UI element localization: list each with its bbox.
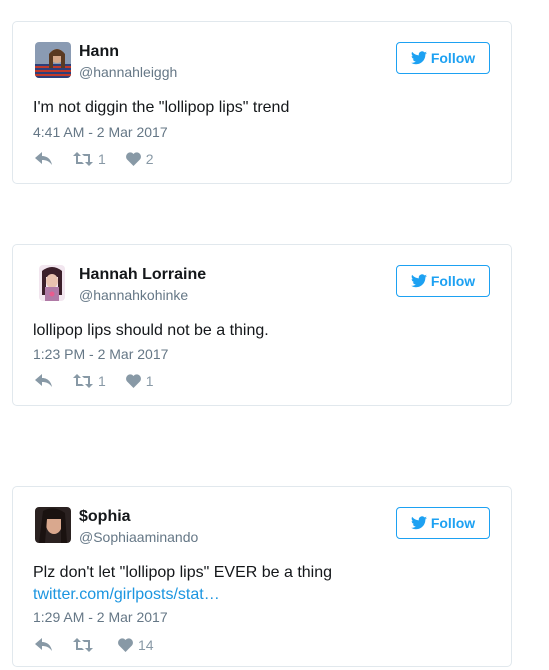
retweet-count: 1 <box>98 151 106 167</box>
reply-button[interactable] <box>35 374 53 388</box>
like-button[interactable]: 14 <box>118 637 154 653</box>
tweet-card[interactable]: Hann @hannahleiggh Follow I'm not diggin… <box>12 21 512 184</box>
reply-button[interactable] <box>35 152 53 166</box>
reply-icon <box>35 638 52 651</box>
follow-button[interactable]: Follow <box>396 265 490 297</box>
tweet-link[interactable]: twitter.com/girlposts/stat… <box>33 584 491 606</box>
user-name[interactable]: Hannah Lorraine <box>79 266 206 284</box>
avatar[interactable] <box>35 42 71 78</box>
twitter-bird-icon <box>410 51 427 65</box>
retweet-icon <box>73 152 93 166</box>
reply-icon <box>35 374 52 387</box>
follow-button[interactable]: Follow <box>396 507 490 539</box>
tweet-actions: 14 <box>35 637 174 653</box>
follow-label: Follow <box>430 273 476 289</box>
reply-button[interactable] <box>35 638 53 652</box>
user-handle[interactable]: @hannahleiggh <box>79 64 177 80</box>
retweet-count: 1 <box>98 373 106 389</box>
retweet-button[interactable] <box>73 638 98 652</box>
tweet-timestamp[interactable]: 1:23 PM - 2 Mar 2017 <box>33 346 168 362</box>
follow-label: Follow <box>430 515 476 531</box>
like-count: 1 <box>145 373 154 389</box>
retweet-icon <box>73 374 93 388</box>
reply-icon <box>35 152 52 165</box>
like-count: 14 <box>138 637 154 653</box>
like-button[interactable]: 1 <box>125 373 154 389</box>
tweet-text: lollipop lips should not be a thing. <box>33 322 269 339</box>
twitter-bird-icon <box>410 516 427 530</box>
follow-button[interactable]: Follow <box>396 42 490 74</box>
heart-icon <box>118 638 133 652</box>
user-name[interactable]: Hann <box>79 43 119 61</box>
tweet-actions: 1 2 <box>35 151 174 167</box>
like-button[interactable]: 2 <box>125 151 154 167</box>
tweet-card[interactable]: $ophia @Sophiaaminando Follow Plz don't … <box>12 486 512 667</box>
tweet-timestamp[interactable]: 4:41 AM - 2 Mar 2017 <box>33 124 168 140</box>
retweet-button[interactable]: 1 <box>73 373 106 389</box>
heart-icon <box>125 374 141 388</box>
avatar[interactable] <box>39 265 65 301</box>
heart-icon <box>125 152 141 166</box>
tweet-timestamp[interactable]: 1:29 AM - 2 Mar 2017 <box>33 609 168 625</box>
tweet-actions: 1 1 <box>35 373 174 389</box>
user-handle[interactable]: @Sophiaaminando <box>79 529 198 545</box>
avatar[interactable] <box>35 507 71 543</box>
tweet-text: Plz don't let "lollipop lips" EVER be a … <box>33 562 491 606</box>
twitter-bird-icon <box>410 274 427 288</box>
follow-label: Follow <box>430 50 476 66</box>
tweet-text: I'm not diggin the "lollipop lips" trend <box>33 99 290 116</box>
retweet-icon <box>73 638 93 652</box>
user-handle[interactable]: @hannahkohinke <box>79 287 188 303</box>
like-count: 2 <box>145 151 154 167</box>
tweet-card[interactable]: Hannah Lorraine @hannahkohinke Follow lo… <box>12 244 512 406</box>
user-name[interactable]: $ophia <box>79 508 131 526</box>
retweet-button[interactable]: 1 <box>73 151 106 167</box>
